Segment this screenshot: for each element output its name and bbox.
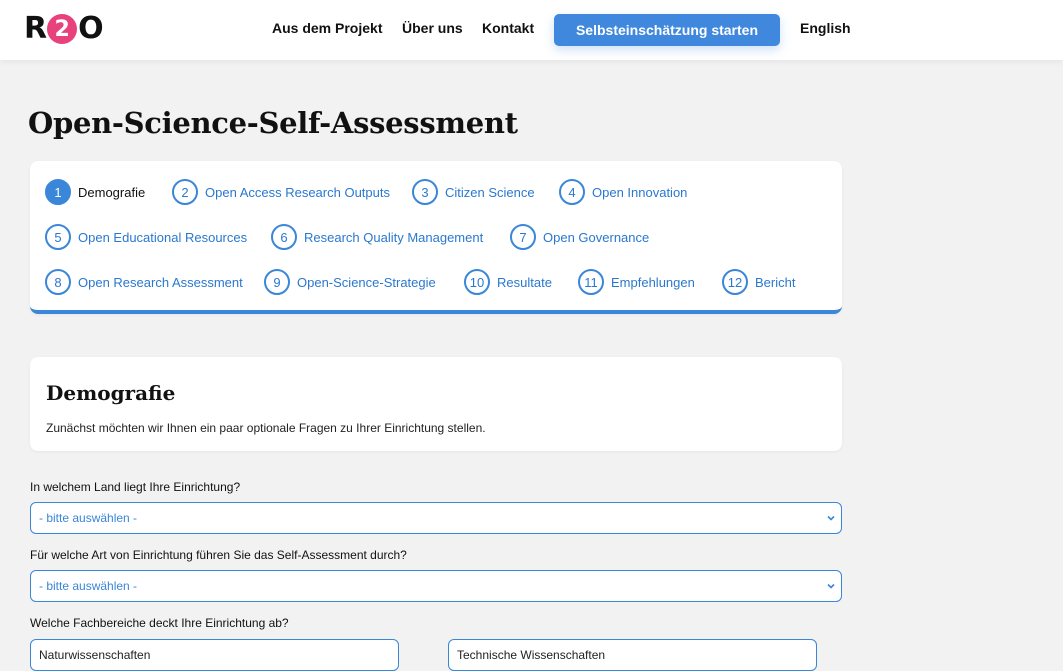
r2o-logo[interactable]: R 2 O (24, 11, 104, 46)
logo-letter-r: R (24, 11, 47, 46)
chevron-down-icon (827, 515, 835, 521)
step-8-open-research-assessment[interactable]: 8 Open Research Assessment (45, 269, 243, 295)
step-number: 1 (45, 179, 71, 205)
start-assessment-button[interactable]: Selbsteinschätzung starten (554, 14, 780, 46)
section-intro-card: Demografie Zunächst möchten wir Ihnen ei… (30, 357, 842, 451)
country-select[interactable]: - bitte auswählen - (30, 502, 842, 534)
step-9-open-science-strategie[interactable]: 9 Open-Science-Strategie (264, 269, 436, 295)
logo-letter-o: O (78, 11, 103, 46)
step-label: Demografie (78, 184, 146, 200)
step-label: Empfehlungen (611, 274, 695, 290)
discipline-option-naturwissenschaften[interactable]: Naturwissenschaften (30, 639, 399, 671)
step-10-resultate[interactable]: 10 Resultate (464, 269, 552, 295)
step-6-research-quality-management[interactable]: 6 Research Quality Management (271, 224, 483, 250)
nav-link-about[interactable]: Über uns (402, 20, 463, 36)
step-label: Resultate (497, 274, 552, 290)
step-label: Citizen Science (445, 184, 535, 200)
step-number: 6 (271, 224, 297, 250)
section-title: Demografie (46, 381, 176, 405)
country-select-value: - bitte auswählen - (39, 511, 138, 525)
step-label: Open Governance (543, 229, 650, 245)
language-switch-english[interactable]: English (800, 20, 851, 36)
institution-type-select-value: - bitte auswählen - (39, 579, 138, 593)
step-label: Research Quality Management (304, 229, 484, 245)
step-number: 3 (412, 179, 438, 205)
discipline-option-label: Technische Wissenschaften (457, 648, 606, 662)
step-number: 12 (722, 269, 748, 295)
step-label: Open Educational Resources (78, 229, 248, 245)
step-number: 8 (45, 269, 71, 295)
step-2-open-access[interactable]: 2 Open Access Research Outputs (172, 179, 390, 205)
nav-link-project[interactable]: Aus dem Projekt (272, 20, 382, 36)
step-label: Open Research Assessment (78, 274, 243, 290)
discipline-option-technische-wissenschaften[interactable]: Technische Wissenschaften (448, 639, 817, 671)
step-7-open-governance[interactable]: 7 Open Governance (510, 224, 649, 250)
step-11-empfehlungen[interactable]: 11 Empfehlungen (578, 269, 695, 295)
step-number: 5 (45, 224, 71, 250)
step-number: 11 (578, 269, 604, 295)
question-institution-type-label: Für welche Art von Einrichtung führen Si… (30, 548, 407, 562)
step-12-bericht[interactable]: 12 Bericht (722, 269, 795, 295)
step-label: Open-Science-Strategie (297, 274, 436, 290)
step-number: 7 (510, 224, 536, 250)
step-number: 2 (172, 179, 198, 205)
question-disciplines-label: Welche Fachbereiche deckt Ihre Einrichtu… (30, 616, 289, 630)
step-1-demografie[interactable]: 1 Demografie (45, 179, 145, 205)
step-number: 9 (264, 269, 290, 295)
question-country-label: In welchem Land liegt Ihre Einrichtung? (30, 480, 241, 494)
step-label: Open Access Research Outputs (205, 184, 390, 200)
assessment-stepper: 1 Demografie 2 Open Access Research Outp… (30, 161, 842, 314)
institution-type-select[interactable]: - bitte auswählen - (30, 570, 842, 602)
step-5-open-educational-resources[interactable]: 5 Open Educational Resources (45, 224, 247, 250)
section-intro-text: Zunächst möchten wir Ihnen ein paar opti… (46, 421, 486, 435)
step-label: Open Innovation (592, 184, 688, 200)
step-number: 10 (464, 269, 490, 295)
logo-circle-2: 2 (47, 14, 78, 44)
site-header: R 2 O Aus dem Projekt Über uns Kontakt S… (0, 0, 1063, 60)
step-label: Bericht (755, 274, 796, 290)
step-number: 4 (559, 179, 585, 205)
step-4-open-innovation[interactable]: 4 Open Innovation (559, 179, 687, 205)
discipline-option-label: Naturwissenschaften (39, 648, 151, 662)
page-title: Open-Science-Self-Assessment (28, 106, 518, 140)
step-3-citizen-science[interactable]: 3 Citizen Science (412, 179, 535, 205)
nav-link-contact[interactable]: Kontakt (482, 20, 534, 36)
chevron-down-icon (827, 583, 835, 589)
